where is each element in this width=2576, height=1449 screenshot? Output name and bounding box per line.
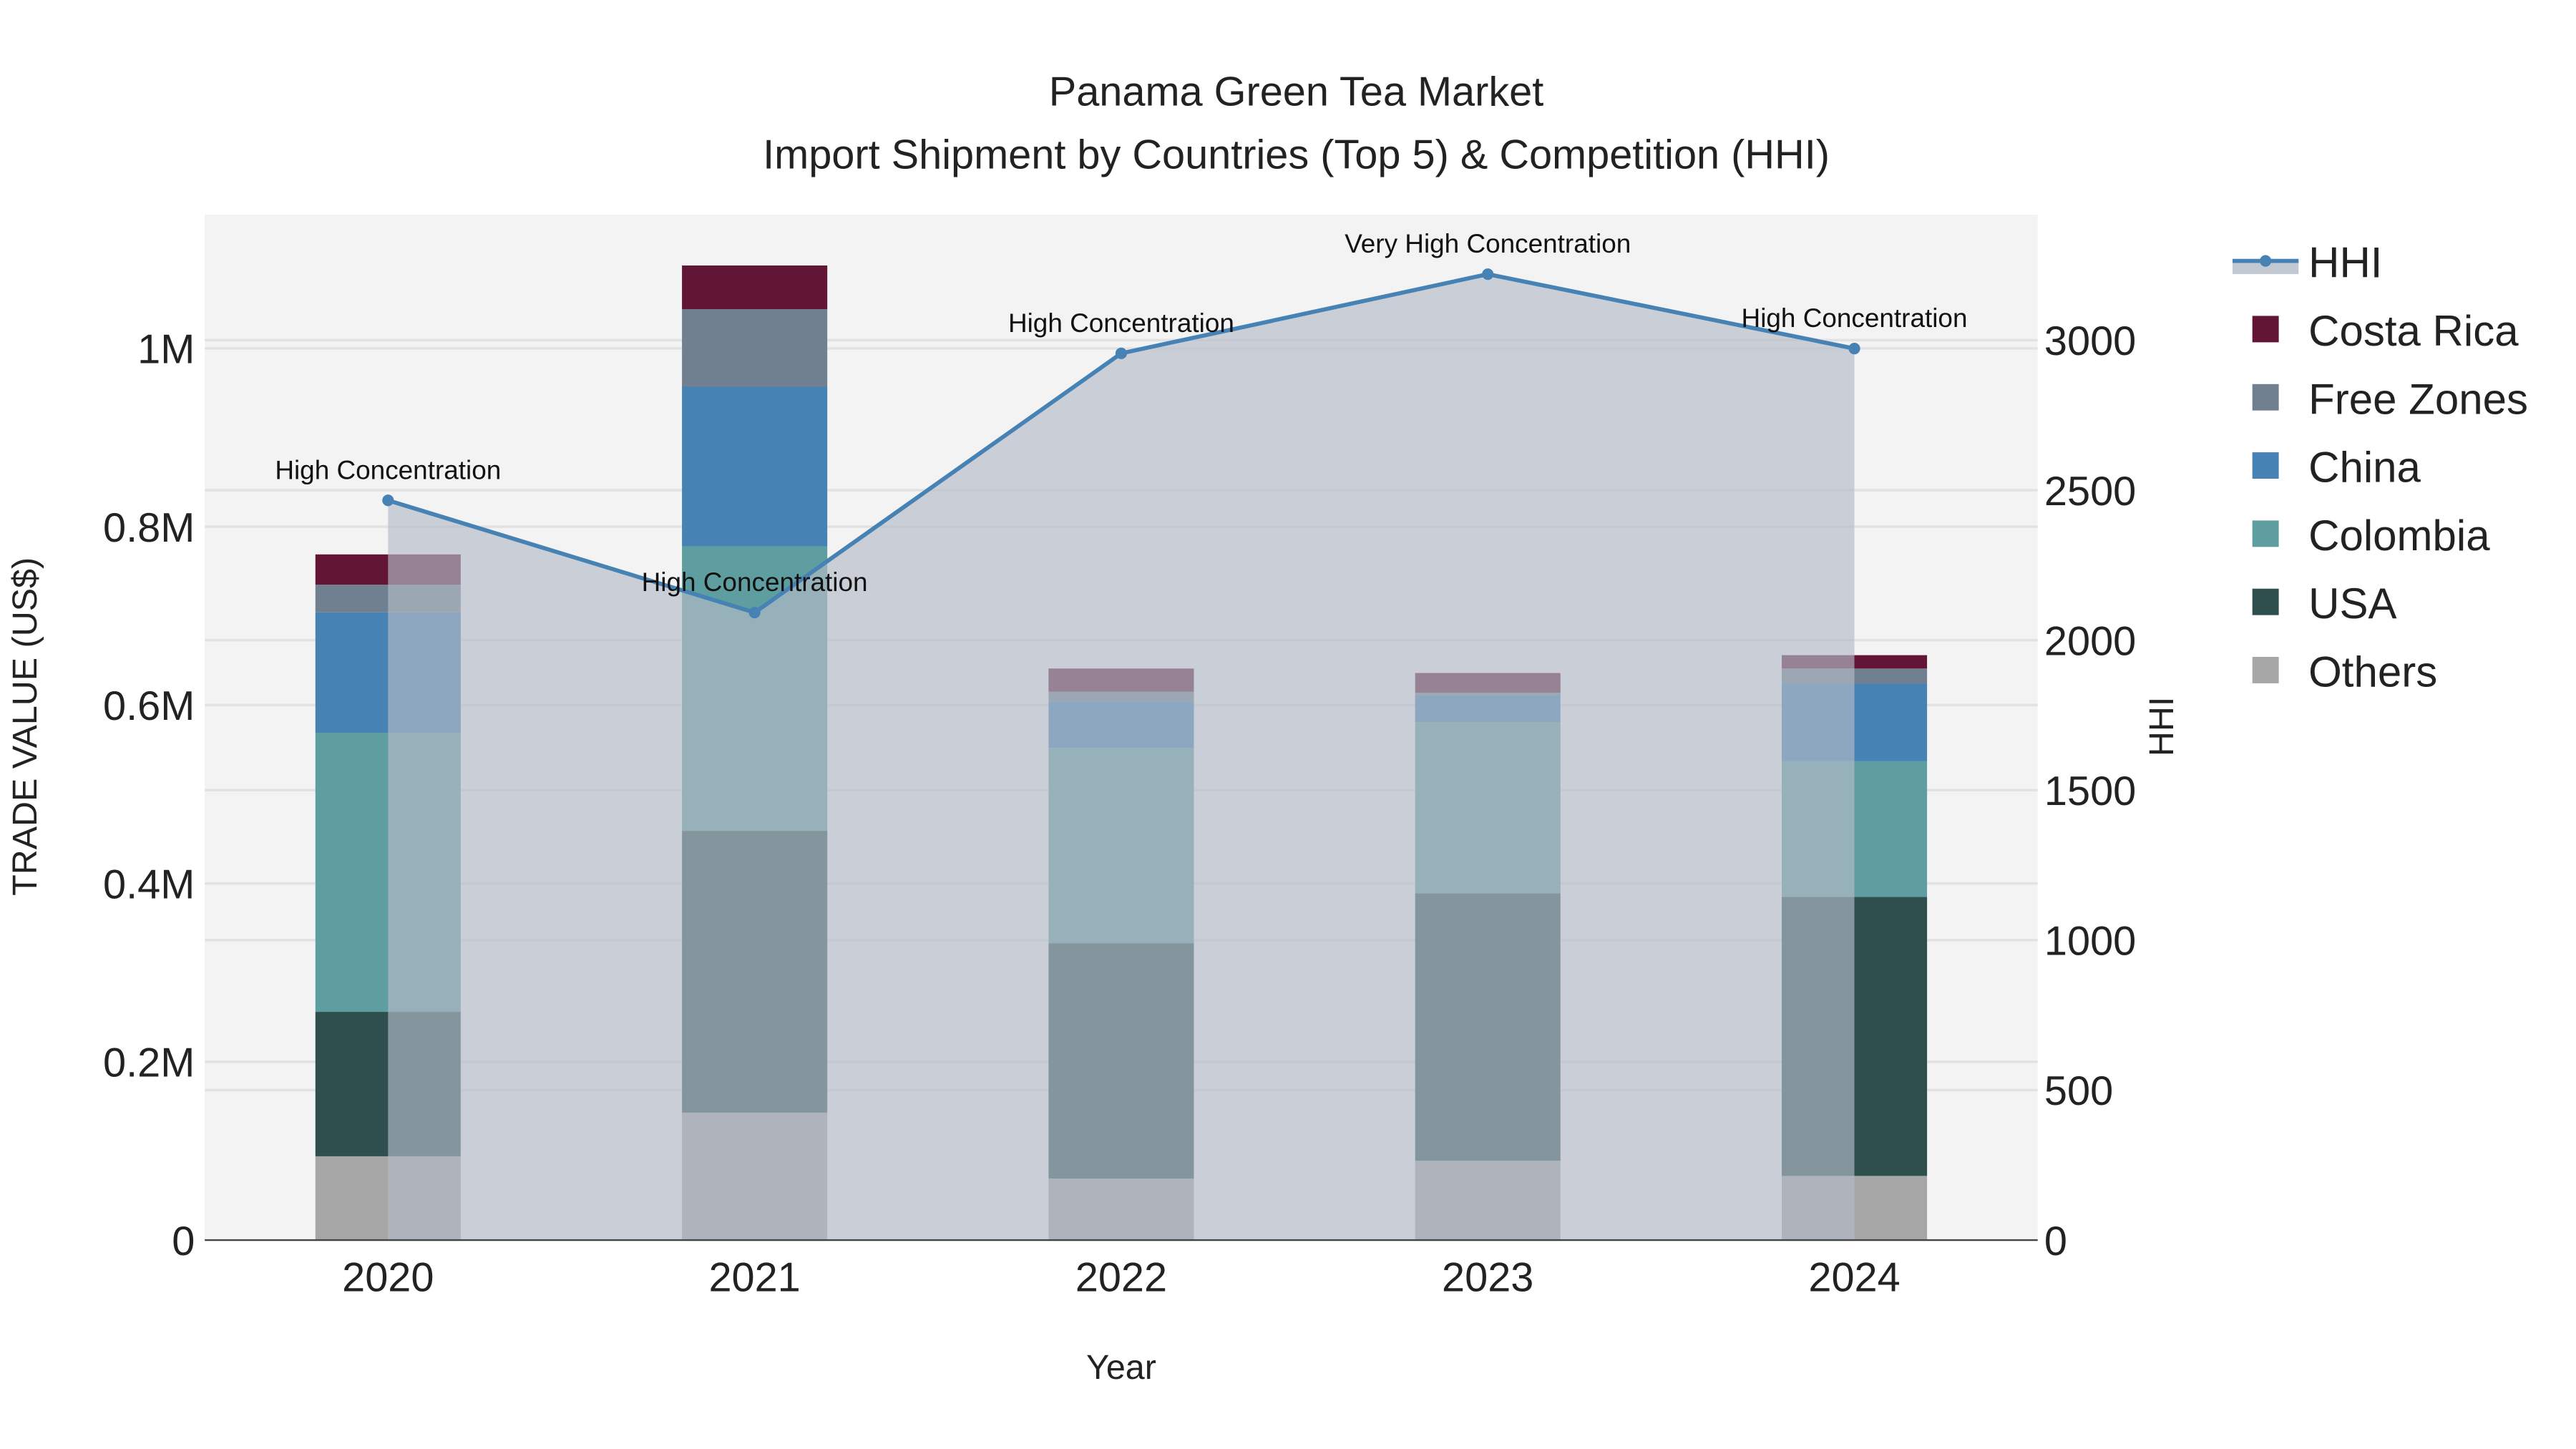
legend-swatch xyxy=(2252,316,2279,343)
y2-tick-label: 2000 xyxy=(2044,618,2136,664)
hhi-annotation: High Concentration xyxy=(1008,308,1234,338)
y-tick-label: 0.8M xyxy=(103,505,195,551)
y-axis-title: TRADE VALUE (US$) xyxy=(6,557,44,896)
y2-tick-label: 1500 xyxy=(2044,769,2136,814)
bar-china-2021[interactable] xyxy=(682,386,828,547)
legend-label: USA xyxy=(2308,580,2396,628)
legend-swatch xyxy=(2252,520,2279,547)
y2-tick-label: 2500 xyxy=(2044,469,2136,514)
chart: High Concentration High Concentration High… xyxy=(0,0,2576,1449)
y2-tick-label: 1000 xyxy=(2044,919,2136,965)
x-axis-title: Year xyxy=(1086,1348,1156,1387)
legend-label: Free Zones xyxy=(2308,375,2528,423)
hhi-point[interactable] xyxy=(1115,347,1127,359)
y2-axis-title: HHI xyxy=(2142,697,2181,756)
chart-title: Panama Green Tea Market xyxy=(1049,69,1544,115)
legend-swatch-marker xyxy=(2260,255,2272,267)
hhi-annotation: High Concentration xyxy=(275,455,501,484)
y-tick-label: 0.4M xyxy=(103,862,195,907)
y-tick-label: 0.6M xyxy=(103,683,195,729)
x-tick-label: 2024 xyxy=(1808,1255,1900,1301)
legend-swatch xyxy=(2252,657,2279,683)
y-tick-label: 1M xyxy=(137,327,195,373)
bar-costa-rica-2021[interactable] xyxy=(682,265,828,310)
legend-label: HHI xyxy=(2308,239,2382,287)
y2-tick-label: 500 xyxy=(2044,1068,2113,1114)
x-tick-label: 2021 xyxy=(708,1255,800,1301)
legend-swatch xyxy=(2252,452,2279,479)
hhi-annotation: Very High Concentration xyxy=(1345,229,1631,258)
hhi-annotation: High Concentration xyxy=(1742,303,1968,333)
legend-label: Costa Rica xyxy=(2308,307,2519,355)
hhi-annotation: High Concentration xyxy=(642,567,868,597)
hhi-point[interactable] xyxy=(1848,343,1860,355)
hhi-point[interactable] xyxy=(1482,268,1494,280)
chart-subtitle: Import Shipment by Countries (Top 5) & C… xyxy=(763,132,1830,177)
bar-free-zones-2021[interactable] xyxy=(682,309,828,387)
y2-tick-label: 3000 xyxy=(2044,318,2136,364)
y-tick-label: 0.2M xyxy=(103,1040,195,1086)
legend-label: China xyxy=(2308,444,2421,492)
legend-label: Colombia xyxy=(2308,512,2490,560)
x-tick-label: 2020 xyxy=(342,1255,434,1301)
legend-label: Others xyxy=(2308,648,2437,696)
y2-tick-label: 0 xyxy=(2044,1219,2067,1264)
x-tick-label: 2022 xyxy=(1075,1255,1167,1301)
legend-swatch xyxy=(2252,384,2279,411)
x-tick-label: 2023 xyxy=(1442,1255,1533,1301)
hhi-point[interactable] xyxy=(382,494,394,507)
y-tick-label: 0 xyxy=(172,1219,195,1264)
hhi-point[interactable] xyxy=(748,606,761,619)
legend-swatch xyxy=(2252,588,2279,615)
